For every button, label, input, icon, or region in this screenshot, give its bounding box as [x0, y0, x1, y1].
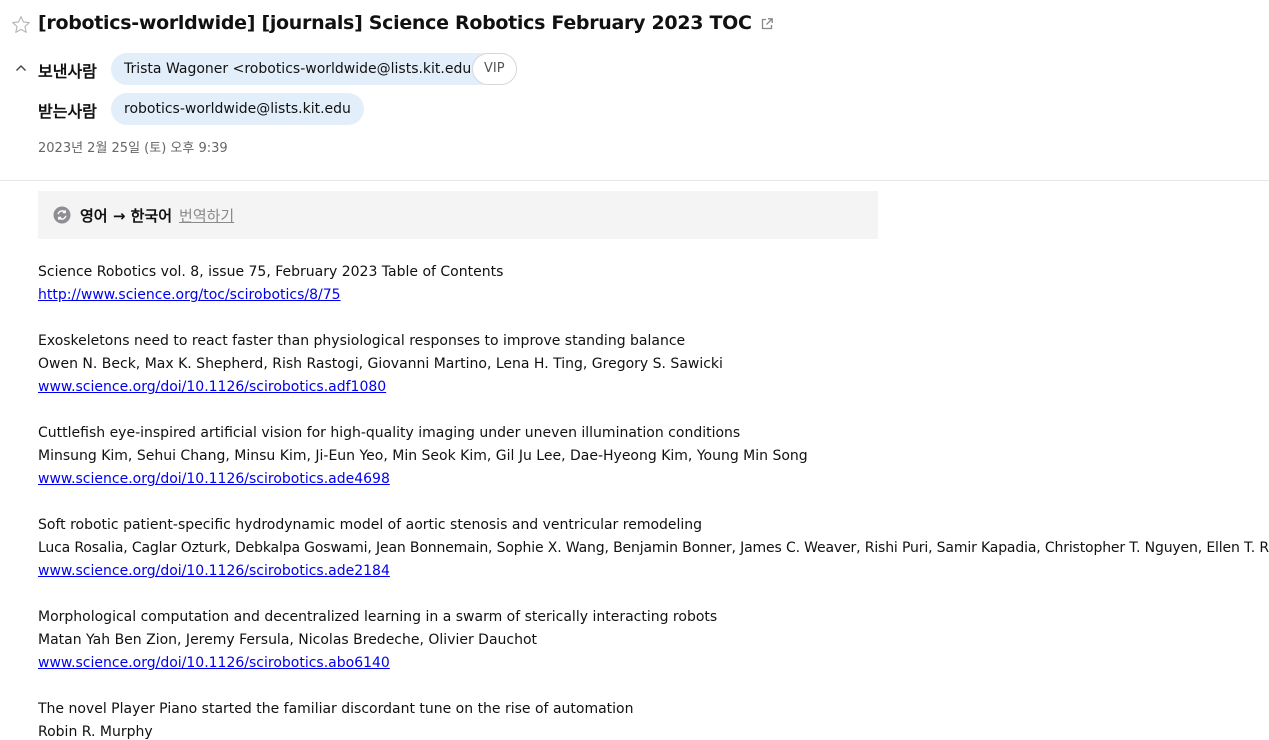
article-link[interactable]: www.science.org/doi/10.1126/scirobotics.…	[38, 655, 390, 671]
star-icon[interactable]	[10, 14, 32, 36]
mail-header: [robotics-worldwide] [journals] Science …	[0, 0, 1269, 181]
vip-button[interactable]: VIP	[472, 53, 517, 85]
article-title: Cuttlefish eye-inspired artificial visio…	[38, 425, 741, 441]
to-label: 받는사람	[38, 102, 97, 121]
sender-chip[interactable]: Trista Wagoner <robotics-worldwide@lists…	[111, 53, 496, 85]
article-item: Morphological computation and decentrali…	[38, 606, 1263, 675]
to-row: 받는사람 robotics-worldwide@lists.kit.edu	[0, 92, 1269, 125]
toc-link[interactable]: http://www.science.org/toc/scirobotics/8…	[38, 287, 341, 303]
article-item: Exoskeletons need to react faster than p…	[38, 330, 1263, 399]
translate-icon	[53, 206, 71, 224]
translate-languages: 영어 → 한국어	[80, 206, 173, 225]
article-title: Morphological computation and decentrali…	[38, 609, 718, 625]
subject-text: [robotics-worldwide] [journals] Science …	[38, 12, 752, 34]
article-authors: Robin R. Murphy	[38, 724, 153, 740]
article-item: Soft robotic patient-specific hydrodynam…	[38, 514, 1269, 583]
article-title: The novel Player Piano started the famil…	[38, 701, 634, 717]
article-authors: Owen N. Beck, Max K. Shepherd, Rish Rast…	[38, 356, 723, 372]
intro-title: Science Robotics vol. 8, issue 75, Febru…	[38, 264, 504, 280]
translate-button[interactable]: 번역하기	[179, 205, 234, 226]
article-authors: Minsung Kim, Sehui Chang, Minsu Kim, Ji-…	[38, 448, 808, 464]
intro-block: Science Robotics vol. 8, issue 75, Febru…	[38, 261, 1263, 307]
translate-bar: 영어 → 한국어 번역하기	[38, 191, 878, 239]
recipient-chip[interactable]: robotics-worldwide@lists.kit.edu	[111, 93, 364, 125]
article-item: Cuttlefish eye-inspired artificial visio…	[38, 422, 1263, 491]
mail-subject: [robotics-worldwide] [journals] Science …	[38, 12, 774, 34]
article-title: Soft robotic patient-specific hydrodynam…	[38, 517, 703, 533]
mail-body: Science Robotics vol. 8, issue 75, Febru…	[38, 261, 1269, 740]
article-link[interactable]: www.science.org/doi/10.1126/scirobotics.…	[38, 471, 390, 487]
article-link[interactable]: www.science.org/doi/10.1126/scirobotics.…	[38, 379, 386, 395]
article-link[interactable]: www.science.org/doi/10.1126/scirobotics.…	[38, 563, 390, 579]
article-authors: Luca Rosalia, Caglar Ozturk, Debkalpa Go…	[38, 540, 1269, 556]
external-link-icon[interactable]	[760, 17, 774, 31]
from-label: 보낸사람	[38, 62, 97, 81]
from-row: 보낸사람 Trista Wagoner <robotics-worldwide@…	[0, 52, 1269, 85]
mail-date: 2023년 2월 25일 (토) 오후 9:39	[38, 141, 228, 156]
article-title: Exoskeletons need to react faster than p…	[38, 333, 686, 349]
article-authors: Matan Yah Ben Zion, Jeremy Fersula, Nico…	[38, 632, 538, 648]
chevron-up-icon[interactable]	[14, 61, 28, 75]
article-item: The novel Player Piano started the famil…	[38, 698, 1263, 740]
